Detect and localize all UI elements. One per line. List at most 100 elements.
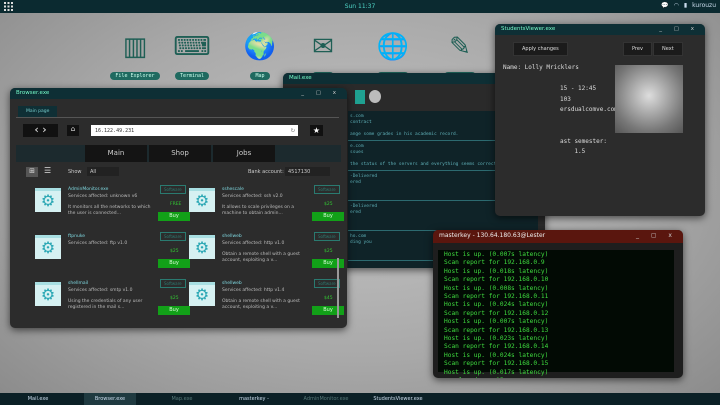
taskbar: Mail.exe Browser.exe Map.exe masterkey - Adm… <box>0 393 720 405</box>
grid-view-icon[interactable]: ⊞ <box>26 167 38 177</box>
item-name: shellweb <box>222 281 242 286</box>
battery-icon: ▮ <box>683 2 688 9</box>
terminal-line: Host is up. (0.024s latency) <box>444 301 549 309</box>
item-services: Services affected: ftp v1.0 <box>68 241 128 246</box>
terminal-line: Host is up. (0.024s latency) <box>444 351 549 359</box>
terminal-line: Scan report for 192.168.0.11 <box>444 293 549 301</box>
terminal-line: Host is up. (0.017s latency) <box>444 368 549 376</box>
terminal-line: Scan report for 192.168.0.12 <box>444 309 549 317</box>
terminal-line: Scan report for 192.168.0.13 <box>444 326 549 334</box>
back-forward-buttons[interactable]: ‹ › <box>23 124 58 137</box>
taskbar-item[interactable]: masterkey - <box>228 393 280 405</box>
buy-button[interactable]: Buy <box>312 306 344 315</box>
item-tag: Software <box>314 185 340 194</box>
item-desc: Obtain a remote shell with a guest accou… <box>222 252 300 263</box>
desktop-icon-map[interactable]: 🌍 Map <box>235 32 285 81</box>
home-icon[interactable]: ⌂ <box>67 125 79 136</box>
item-services: Services affected: http v1.4 <box>222 288 285 293</box>
item-price: $45 <box>324 296 333 301</box>
shop-item: ⚙ shellweb Services affected: http v1.4 Obt… <box>184 277 344 328</box>
item-desc: It allows to scale privileges on a machi… <box>222 205 295 216</box>
desktop-icon-file-explorer[interactable]: ▥ File Explorer <box>110 32 160 81</box>
refresh-icon[interactable]: ↻ <box>291 126 295 134</box>
student-info: Name: Lolly Mricklers 15 - 12:45 103 ersdua… <box>503 63 618 158</box>
terminal-line: Scan report for 192.168.0.10 <box>444 276 549 284</box>
item-price: $25 <box>324 202 333 207</box>
apply-changes-button[interactable]: Apply changes <box>513 42 568 56</box>
item-price: FREE <box>170 202 182 207</box>
item-tag: Software <box>160 279 186 288</box>
taskbar-item[interactable]: StudentsViewer.exe <box>372 393 424 405</box>
student-field: Name: Lolly Mricklers <box>503 64 579 71</box>
nav-shop[interactable]: Shop <box>149 145 211 162</box>
terminal-line: Host is up. (0.008s latency) <box>444 284 549 292</box>
terminal-line: scanlan done: 15 up <box>444 377 668 378</box>
bookmark-star-icon[interactable]: ★ <box>310 125 323 136</box>
item-name: sshescale <box>222 187 244 192</box>
item-name: shellweb <box>222 234 242 239</box>
window-title: Mail.exe <box>289 75 312 81</box>
terminal-line: Scan report for 192.168.0.15 <box>444 360 549 368</box>
desktop-icon-terminal[interactable]: ⌨ Terminal <box>167 32 217 81</box>
prev-button[interactable]: Prev <box>623 42 652 56</box>
browser-window: Browser.exe _ ▢ x Main page ‹ › ⌂ 16.122.… <box>10 88 347 328</box>
window-title: StudentsViewer.exe <box>501 26 556 32</box>
taskbar-item[interactable]: AdminMonitor.exe <box>300 393 352 405</box>
taskbar-item[interactable]: Browser.exe <box>84 393 136 405</box>
nav-jobs[interactable]: Jobs <box>213 145 275 162</box>
item-services: Services affected: ssh v2.0 <box>222 194 283 199</box>
shop-item: ⚙ sshescale Services affected: ssh v2.0 It … <box>184 183 344 235</box>
item-desc: It monitors all the networks to which th… <box>68 205 151 216</box>
terminal-output[interactable]: Host is up. (0.007s latency) Scan report … <box>438 250 674 378</box>
shop-item: ⚙ shellmail Services affected: smtp v1.0 Us… <box>30 277 190 328</box>
window-controls[interactable]: _ ▢ x <box>659 26 699 32</box>
desktop-icon-label: Map <box>250 72 270 80</box>
taskbar-item[interactable]: Mail.exe <box>12 393 64 405</box>
item-price: $25 <box>324 249 333 254</box>
buy-button[interactable]: Buy <box>312 259 344 268</box>
window-controls[interactable]: _ ▢ x <box>636 232 677 239</box>
item-name: AdminMonitor.exe <box>68 187 109 192</box>
student-field: 15 - 12:45 <box>560 85 597 92</box>
item-tag: Software <box>160 185 186 194</box>
item-tag: Software <box>314 232 340 241</box>
browser-globe-icon: 🌐 <box>376 32 410 62</box>
file-explorer-icon: ▥ <box>122 32 148 62</box>
contact-avatar-icon[interactable] <box>369 90 381 103</box>
show-filter-select[interactable]: All <box>87 167 119 176</box>
terminal-line: Host is up. (0.007s latency) <box>444 318 549 326</box>
window-title: Browser.exe <box>16 90 50 96</box>
notepad-icon: ✎ <box>449 32 471 62</box>
student-field: ast semester: <box>560 137 607 145</box>
scrollbar[interactable] <box>337 258 339 318</box>
item-price: $25 <box>170 249 179 254</box>
buy-button[interactable]: Buy <box>312 212 344 221</box>
chat-icon[interactable]: 💬 <box>661 2 668 9</box>
next-button[interactable]: Next <box>653 42 683 56</box>
student-field: 103 <box>560 95 571 103</box>
item-tag: Software <box>314 279 340 288</box>
item-price: $25 <box>170 296 179 301</box>
student-field <box>503 74 618 85</box>
student-field: ersdualcomve.com <box>560 106 618 113</box>
tab-main-page[interactable]: Main page <box>18 106 58 117</box>
list-view-icon[interactable]: ☰ <box>44 166 51 175</box>
gear-icon: ⚙ <box>35 282 61 306</box>
item-tag: Software <box>160 232 186 241</box>
bank-account-value: 4517130 <box>285 167 330 176</box>
taskbar-item[interactable]: Map.exe <box>156 393 208 405</box>
terminal-line: Scan report for 192.168.0.14 <box>444 343 549 351</box>
wifi-icon[interactable]: ◠ <box>674 2 679 9</box>
item-services: Services affected: unknown v6 <box>68 194 138 199</box>
student-field: 1.5 <box>560 148 586 155</box>
top-bar: Sun 11:37 💬 ◠ ▮ kurouzu <box>0 0 720 13</box>
terminal-line: Scan report for 192.168.0.9 <box>444 259 545 267</box>
gear-icon: ⚙ <box>189 235 215 259</box>
window-controls[interactable]: _ ▢ x <box>301 90 341 96</box>
nav-main[interactable]: Main <box>85 145 147 162</box>
show-label: Show <box>68 169 82 175</box>
bank-account-label: Bank account: <box>248 169 284 175</box>
url-bar[interactable]: 16.122.49.231 ↻ <box>91 125 298 136</box>
username[interactable]: kurouzu <box>692 2 716 9</box>
trash-icon[interactable] <box>355 90 365 104</box>
